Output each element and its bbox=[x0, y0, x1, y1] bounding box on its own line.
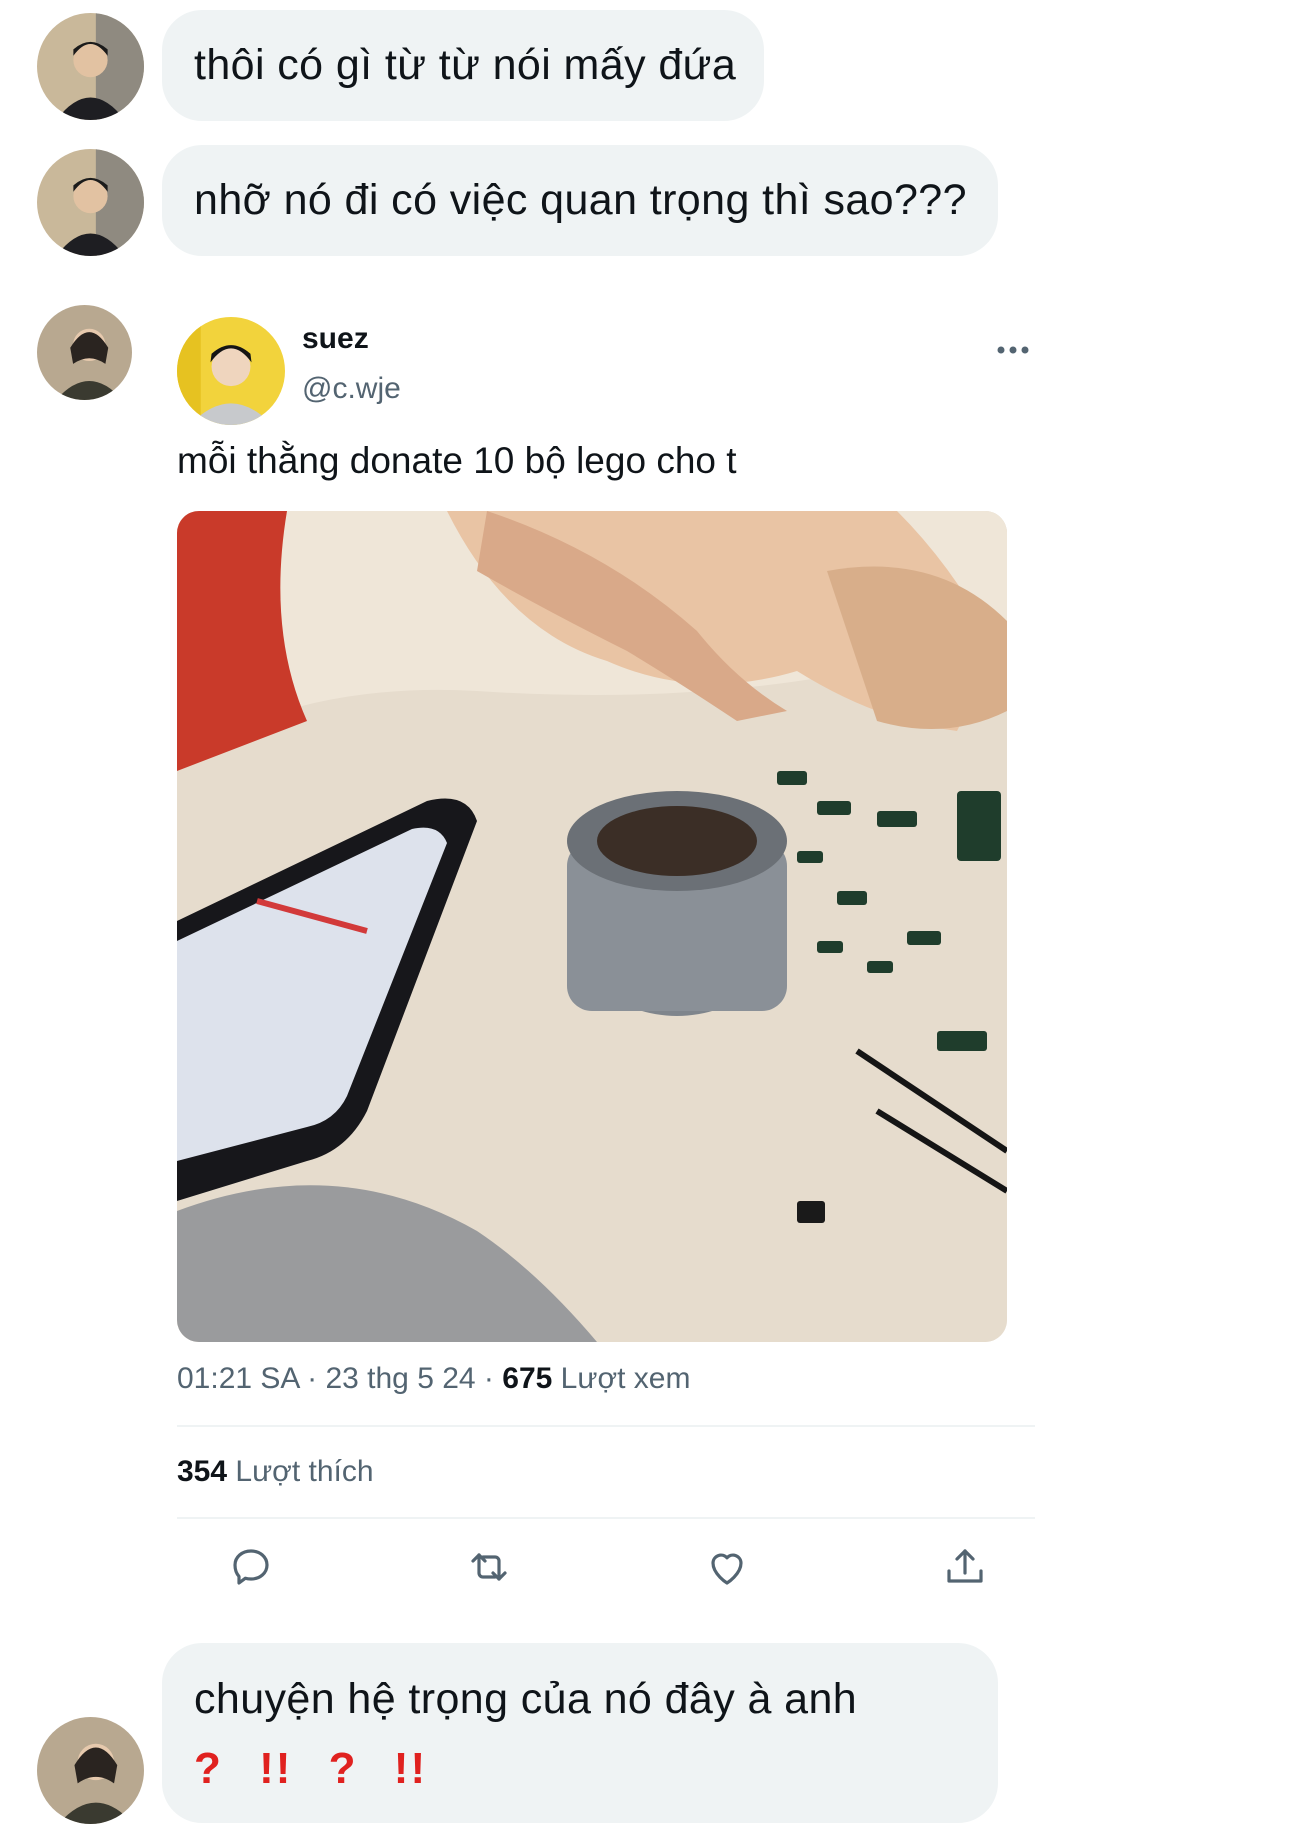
sender-avatar[interactable] bbox=[37, 149, 144, 256]
sender-avatar[interactable] bbox=[37, 13, 144, 120]
message-bubble: chuyện hệ trọng của nó đây à anh ? !! ? … bbox=[162, 1643, 998, 1823]
message-bubble: thôi có gì từ từ nói mấy đứa bbox=[162, 10, 764, 121]
tweet-author-handle[interactable]: @c.wje bbox=[302, 372, 401, 406]
tweet-author-name[interactable]: suez bbox=[302, 322, 369, 356]
tweet-text: mỗi thằng donate 10 bộ lego cho t bbox=[177, 440, 737, 481]
message-text: chuyện hệ trọng của nó đây à anh bbox=[194, 1675, 858, 1723]
reply-icon[interactable] bbox=[227, 1543, 275, 1591]
message-text: thôi có gì từ từ nói mấy đứa bbox=[194, 41, 737, 89]
message-bubble: nhỡ nó đi có việc quan trọng thì sao??? bbox=[162, 145, 998, 256]
tweet-media-photo[interactable] bbox=[177, 511, 1007, 1342]
views-count: 675 bbox=[502, 1362, 553, 1395]
question-mark-emoji: ? bbox=[328, 1744, 358, 1793]
views-label: Lượt xem bbox=[560, 1362, 691, 1395]
divider bbox=[177, 1425, 1035, 1427]
double-exclamation-emoji: !! bbox=[259, 1744, 293, 1793]
more-options-icon[interactable] bbox=[993, 340, 1033, 360]
likes-label: Lượt thích bbox=[235, 1455, 374, 1488]
tweet-date: 23 thg 5 24 bbox=[325, 1362, 476, 1395]
double-exclamation-emoji: !! bbox=[393, 1744, 428, 1793]
like-icon[interactable] bbox=[703, 1543, 751, 1591]
share-icon[interactable] bbox=[941, 1543, 989, 1591]
sender-avatar[interactable] bbox=[37, 305, 132, 400]
tweet-author-avatar[interactable] bbox=[177, 317, 285, 425]
emoji-reaction: ? !! ? !! bbox=[194, 1744, 998, 1794]
tweet-time: 01:21 SA bbox=[177, 1362, 299, 1395]
tweet-timestamp: 01:21 SA · 23 thg 5 24 · 675 Lượt xem bbox=[177, 1362, 691, 1395]
sender-avatar[interactable] bbox=[37, 1717, 144, 1824]
divider bbox=[177, 1517, 1035, 1519]
likes-summary[interactable]: 354 Lượt thích bbox=[177, 1455, 374, 1489]
retweet-icon[interactable] bbox=[465, 1543, 513, 1591]
question-mark-emoji: ? bbox=[194, 1744, 223, 1793]
message-text: nhỡ nó đi có việc quan trọng thì sao??? bbox=[194, 176, 967, 224]
likes-count: 354 bbox=[177, 1455, 228, 1488]
